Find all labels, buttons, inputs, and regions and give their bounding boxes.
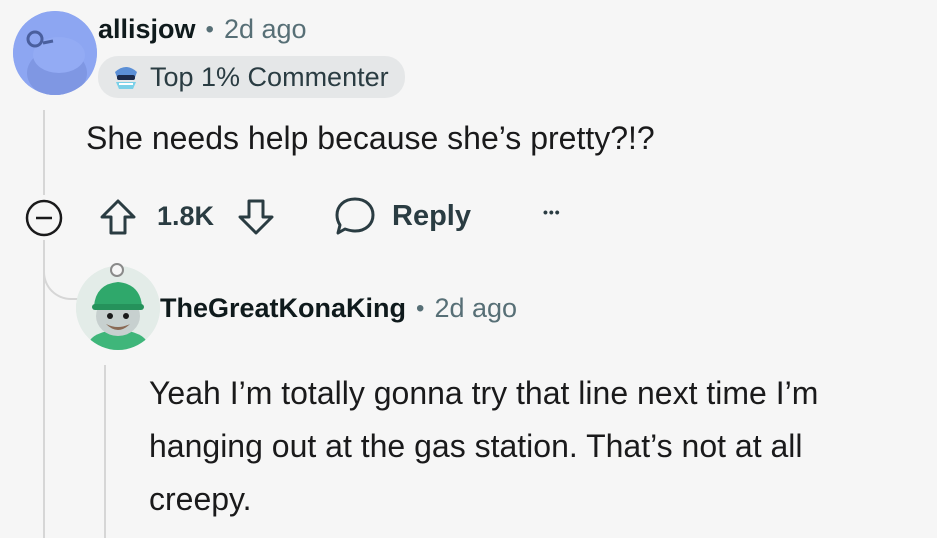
thread-line-parent-lower[interactable] [43,240,45,538]
reply-username[interactable]: TheGreatKonaKing [160,293,406,324]
snoo-avatar-icon [76,266,160,350]
overflow-menu-button[interactable]: ••• [543,204,561,222]
thread-line-parent[interactable] [43,110,45,195]
thread-line-curve [43,240,83,300]
snoo-avatar-icon [13,11,97,95]
reply-header: TheGreatKonaKing • 2d ago [160,293,517,324]
reply-button[interactable]: Reply [334,194,471,238]
collapse-icon [25,199,63,237]
separator-dot: • [416,294,425,322]
comment-bubble-icon [335,197,375,235]
upvote-icon [100,199,136,235]
downvote-icon [238,199,274,235]
reply-timestamp[interactable]: 2d ago [434,293,517,324]
reply-body-line: creepy. [149,481,252,517]
username[interactable]: allisjow [98,14,196,45]
reply-body-line: Yeah I’m totally gonna try that line nex… [149,375,819,411]
comment-header: allisjow • 2d ago [98,14,307,45]
reply-avatar[interactable] [76,266,160,350]
reply-body-line: hanging out at the gas station. That’s n… [149,428,803,464]
badge-label: Top 1% Commenter [150,61,389,92]
reply-label: Reply [392,199,471,232]
overflow-menu-icon: ••• [543,204,561,220]
comment-body: She needs help because she’s pretty?!? [86,120,655,156]
top-commenter-badge: Top 1% Commenter [98,56,405,98]
timestamp[interactable]: 2d ago [224,14,307,45]
reply-body: Yeah I’m totally gonna try that line nex… [149,367,818,526]
downvote-button[interactable] [236,195,276,239]
top-commenter-badge-icon [115,67,137,89]
reply-avatar-antenna [110,263,124,277]
vote-count: 1.8K [157,201,215,231]
thread-line-reply[interactable] [104,365,106,538]
separator-dot: • [205,15,214,43]
collapse-button[interactable] [24,198,64,238]
upvote-button[interactable] [98,195,138,239]
avatar[interactable] [13,11,97,95]
